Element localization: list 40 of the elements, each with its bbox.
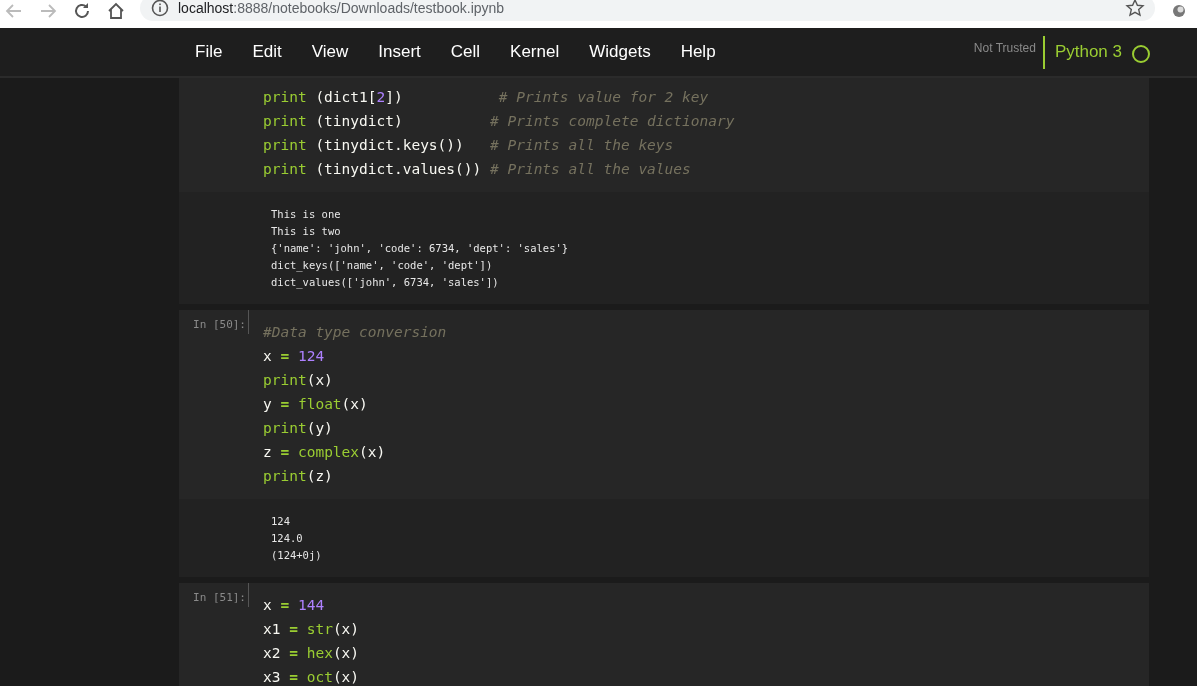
address-field[interactable]: localhost:8888/notebooks/Downloads/testbook.ipynb (140, 0, 1155, 21)
code-line: print(x) (263, 371, 334, 390)
cell-prompt: In [51]: (179, 583, 249, 607)
menu-item[interactable]: Help (665, 39, 731, 65)
code-line: z = complex(x) (263, 443, 387, 462)
output-line: This is one (271, 207, 342, 222)
output-line: dict_values(['john', 6734, 'sales']) (271, 275, 500, 291)
code-line: print (tinydict) # Prints complete dictionary (263, 112, 735, 131)
code-line: print(y) (263, 419, 334, 438)
reload-icon[interactable] (72, 1, 92, 21)
cell-prompt: In [50]: (179, 310, 249, 334)
kernel-name[interactable]: Python 3 (1044, 39, 1122, 65)
code-line: y = float(x) (263, 395, 369, 414)
menu-item[interactable]: View (296, 39, 364, 65)
menu-item[interactable]: Edit (237, 39, 297, 65)
menu-item[interactable]: Insert (363, 39, 436, 65)
code-line: x2 = hex(x) (263, 644, 360, 663)
menu-item[interactable]: Widgets (574, 39, 666, 65)
code-line: x3 = oct(x) (263, 668, 360, 686)
output-line: (124+0j) (271, 548, 323, 563)
output-line: dict_keys(['name', 'code', 'dept']) (271, 258, 494, 274)
code-line: x1 = str(x) (263, 620, 360, 639)
output-line: This is two (271, 224, 342, 239)
menu-item[interactable]: Cell (435, 39, 496, 65)
menu-item[interactable]: File (180, 39, 238, 65)
home-icon[interactable] (106, 1, 126, 21)
code-line: x = 144 (263, 596, 326, 615)
code-line: print (tinydict.keys()) # Prints all the keys (263, 136, 675, 155)
trust-status[interactable]: Not Trusted (973, 39, 1043, 57)
output-line: {'name': 'john', 'code': 6734, 'dept': 'sales'} (271, 241, 570, 256)
menu-item[interactable]: Kernel (495, 39, 575, 65)
code-line: print (dict1[2]) # Prints value for 2 key (263, 88, 710, 107)
info-icon (150, 0, 170, 18)
code-line: print(z) (263, 467, 334, 486)
output-line: 124 (271, 514, 291, 529)
code-line: print (tinydict.values()) # Prints all the values (263, 160, 692, 179)
code-line: x = 124 (263, 347, 326, 366)
star-icon[interactable] (1125, 0, 1145, 18)
code-line: #Data type conversion (263, 323, 447, 342)
output-line: 124.0 (271, 531, 304, 546)
